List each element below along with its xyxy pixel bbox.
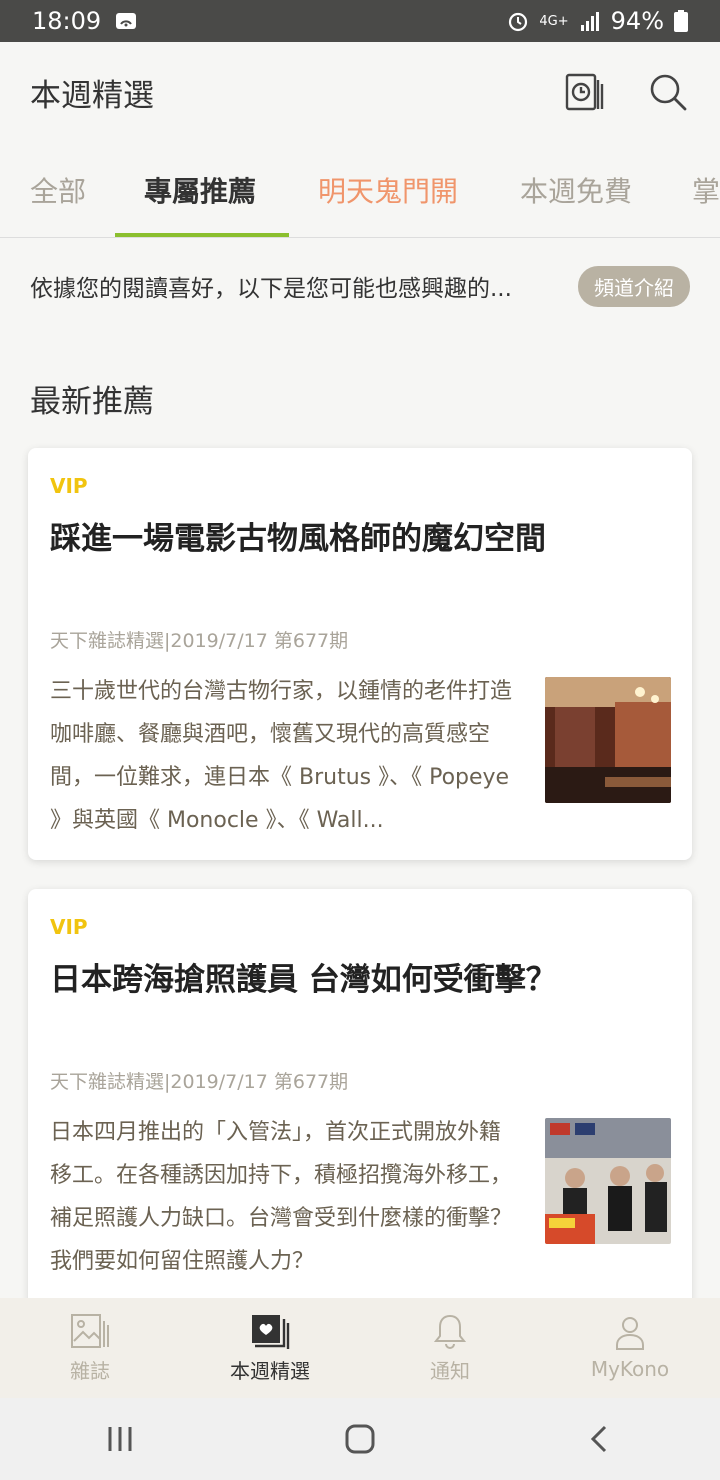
nav-label: 本週精選 (230, 1358, 310, 1383)
article-excerpt: 日本四月推出的「入管法」，首次正式開放外籍移工。在各種誘因加持下，積極招攬海外移… (50, 1120, 513, 1274)
history-icon (565, 73, 604, 111)
article-thumbnail (545, 677, 671, 803)
article-thumbnail (545, 1118, 671, 1244)
section-title: 最新推薦 (30, 384, 154, 420)
nav-notifications[interactable]: 通知 (360, 1298, 540, 1398)
nav-magazines[interactable]: 雜誌 (0, 1298, 180, 1398)
home-icon[interactable] (344, 1423, 376, 1455)
vip-badge: VIP (50, 915, 88, 939)
page-title: 本週精選 (30, 77, 154, 114)
tab-all[interactable]: 全部 (30, 170, 86, 210)
channel-intro-button[interactable]: 頻道介紹 (578, 265, 690, 307)
category-tabs: 全部 專屬推薦 明天鬼門開 本週免費 掌 (0, 142, 720, 238)
app-bar: 本週精選 (0, 42, 720, 142)
network-type: 4G+ (539, 13, 569, 29)
screen-mirror-icon (116, 13, 137, 29)
search-button[interactable] (646, 70, 690, 114)
back-icon[interactable] (585, 1424, 615, 1454)
battery-percent: 94% (610, 7, 664, 35)
bottom-navigation: 雜誌 本週精選 通知 MyKono (0, 1298, 720, 1398)
article-title: 日本跨海搶照護員 台灣如何受衝擊？ (50, 962, 557, 998)
tab-overflow[interactable]: 掌 (692, 170, 720, 210)
history-button[interactable] (562, 70, 606, 114)
tab-ghost-gate[interactable]: 明天鬼門開 (318, 170, 458, 210)
system-navigation (0, 1398, 720, 1480)
status-time: 18:09 (32, 7, 102, 35)
nav-weekly-picks[interactable]: 本週精選 (180, 1298, 360, 1398)
intro-text: 依據您的閱讀喜好，以下是您可能也感興趣的... (30, 276, 512, 302)
article-excerpt: 三十歲世代的台灣古物行家，以鍾情的老件打造咖啡廳、餐廳與酒吧，懷舊又現代的高質感… (50, 679, 513, 833)
alarm-icon (509, 12, 528, 32)
article-card[interactable]: VIP 日本跨海搶照護員 台灣如何受衝擊？ 天下雜誌精選|2019/7/17 第… (28, 889, 692, 1309)
article-title: 踩進一場電影古物風格師的魔幻空間 (50, 521, 546, 557)
nav-label: 通知 (430, 1358, 470, 1383)
nav-label: MyKono (590, 1357, 670, 1381)
battery-icon (674, 10, 688, 32)
search-icon (650, 74, 687, 111)
tab-exclusive-recommendations[interactable]: 專屬推薦 (144, 170, 256, 210)
article-meta: 天下雜誌精選|2019/7/17 第677期 (50, 1071, 349, 1093)
recommendation-intro: 依據您的閱讀喜好，以下是您可能也感興趣的... 頻道介紹 (30, 262, 690, 310)
recent-apps-icon[interactable] (105, 1424, 135, 1454)
nav-mykono[interactable]: MyKono (540, 1298, 720, 1398)
active-tab-indicator (115, 233, 289, 237)
vip-badge: VIP (50, 474, 88, 498)
bell-icon (433, 1314, 467, 1349)
user-icon (616, 1317, 644, 1350)
article-card[interactable]: VIP 踩進一場電影古物風格師的魔幻空間 天下雜誌精選|2019/7/17 第6… (28, 448, 692, 860)
magazine-icon (71, 1313, 109, 1348)
status-bar: 18:09 4G+ 94% (0, 0, 720, 42)
article-meta: 天下雜誌精選|2019/7/17 第677期 (50, 630, 349, 652)
tab-weekly-free[interactable]: 本週免費 (520, 170, 632, 210)
signal-icon (580, 12, 599, 31)
weekly-picks-icon (252, 1314, 290, 1349)
nav-label: 雜誌 (70, 1358, 110, 1383)
